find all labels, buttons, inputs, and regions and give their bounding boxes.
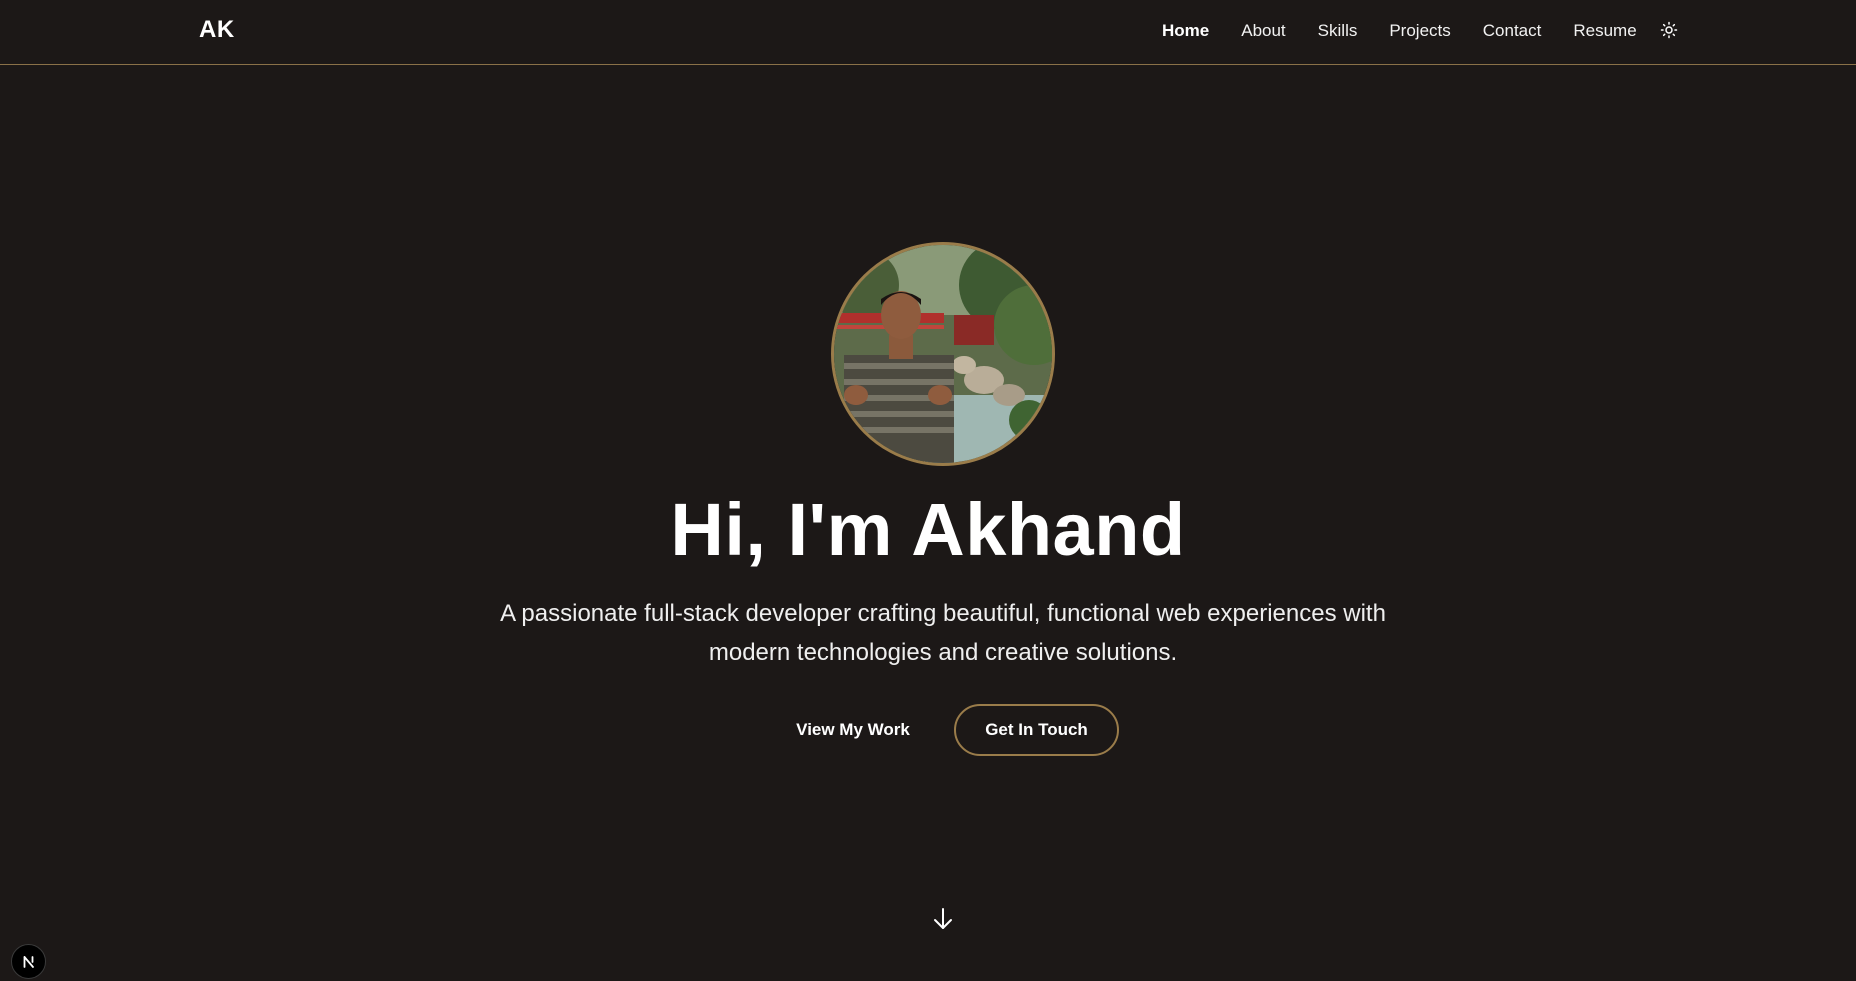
theme-toggle-button[interactable] [1657,18,1681,42]
nav-link-contact[interactable]: Contact [1483,21,1542,41]
nav-link-about[interactable]: About [1241,21,1285,41]
nav-link-skills[interactable]: Skills [1318,21,1358,41]
scroll-down-button[interactable] [932,906,954,932]
arrow-down-icon [934,908,952,929]
nextjs-icon [23,955,34,968]
view-my-work-button[interactable]: View My Work [777,704,929,756]
nav-link-home[interactable]: Home [1162,21,1209,41]
nav-link-projects[interactable]: Projects [1389,21,1450,41]
site-logo[interactable]: AK [199,16,235,44]
nav-links: Home About Skills Projects Contact Resum… [1162,0,1669,61]
profile-photo [831,242,1055,466]
hero-subtitle: A passionate full-stack developer crafti… [500,600,1386,666]
nextjs-dev-badge[interactable] [11,944,46,979]
hero-title: Hi, I'm Akhand [670,488,1186,571]
hero-buttons: View My Work Get In Touch [0,704,1856,756]
navbar: AK Home About Skills Projects Contact Re… [0,0,1856,65]
get-in-touch-button[interactable]: Get In Touch [954,704,1119,756]
hero-section: Hi, I'm Akhand A passionate full-stack d… [0,65,1856,981]
sun-icon [1660,21,1678,39]
nav-link-resume[interactable]: Resume [1573,21,1636,41]
